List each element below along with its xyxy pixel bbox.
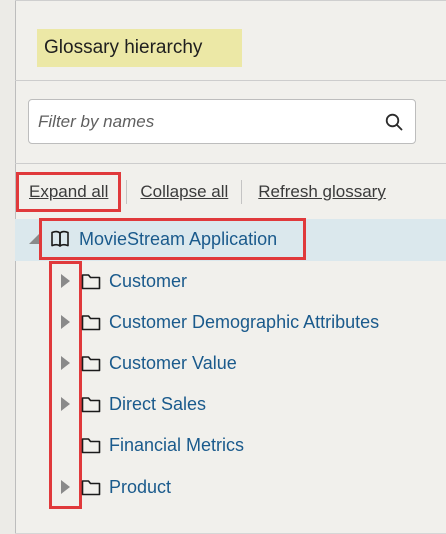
search-icon xyxy=(385,113,403,130)
folder-icon xyxy=(81,479,101,496)
panel-title: Glossary hierarchy xyxy=(44,37,203,58)
tree-root-node[interactable]: MovieStream Application xyxy=(39,218,306,260)
expand-triangle-icon xyxy=(60,480,70,494)
tree-node[interactable]: Customer xyxy=(54,264,187,298)
folder-icon xyxy=(81,314,101,331)
expand-triangle-icon xyxy=(60,356,70,370)
collapse-all-link[interactable]: Collapse all xyxy=(127,182,241,202)
collapse-triangle-icon[interactable] xyxy=(29,233,40,244)
book-icon xyxy=(51,230,69,247)
tree-node-label[interactable]: Customer Value xyxy=(109,353,237,374)
tree-node-label[interactable]: Product xyxy=(109,477,171,498)
refresh-glossary-link[interactable]: Refresh glossary xyxy=(242,182,386,202)
folder-icon xyxy=(81,437,101,454)
tree-node[interactable]: Customer Demographic Attributes xyxy=(54,305,379,339)
tree-node[interactable]: Customer Value xyxy=(54,346,237,380)
filter-input[interactable] xyxy=(29,100,373,143)
expand-all-link[interactable]: Expand all xyxy=(19,182,118,202)
expand-triangle-icon xyxy=(60,397,70,411)
expand-toggle-empty xyxy=(54,428,76,462)
expand-toggle[interactable] xyxy=(54,305,76,339)
folder-icon xyxy=(81,273,101,290)
tree-node-label[interactable]: Customer xyxy=(109,271,187,292)
divider xyxy=(15,163,446,164)
tree-node-label[interactable]: Financial Metrics xyxy=(109,435,244,456)
expand-triangle-icon xyxy=(60,274,70,288)
tree-node[interactable]: Direct Sales xyxy=(54,387,206,421)
panel-top-border xyxy=(15,0,446,1)
folder-icon xyxy=(81,355,101,372)
tree-node-label[interactable]: Direct Sales xyxy=(109,394,206,415)
tree-node[interactable]: Product xyxy=(54,470,171,504)
expand-triangle-icon xyxy=(60,315,70,329)
expand-toggle[interactable] xyxy=(54,470,76,504)
tree-toolbar: Expand all Collapse all Refresh glossary xyxy=(15,172,386,212)
expand-toggle[interactable] xyxy=(54,346,76,380)
tree-node-label[interactable]: Customer Demographic Attributes xyxy=(109,312,379,333)
divider xyxy=(15,80,446,81)
expand-all-highlight: Expand all xyxy=(15,172,122,212)
panel-title-highlight: Glossary hierarchy xyxy=(37,29,242,67)
tree-root-label: MovieStream Application xyxy=(79,228,278,249)
search-button[interactable] xyxy=(373,100,415,143)
search-box xyxy=(28,99,416,144)
tree-node[interactable]: Financial Metrics xyxy=(54,428,244,462)
expand-toggle[interactable] xyxy=(54,264,76,298)
expand-toggle[interactable] xyxy=(54,387,76,421)
folder-icon xyxy=(81,396,101,413)
